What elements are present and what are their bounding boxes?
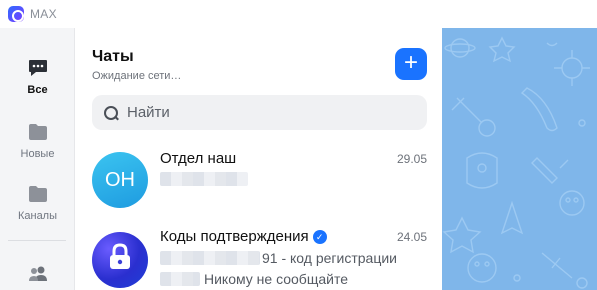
chat-bubble-icon xyxy=(26,56,50,80)
rail-item-label: Все xyxy=(27,84,48,96)
chat-name: Коды подтверждения ✓ xyxy=(160,228,327,245)
new-chat-button[interactable]: + xyxy=(395,48,427,80)
avatar: ОН xyxy=(92,152,148,208)
chat-list-item[interactable]: ОН Отдел наш 29.05 xyxy=(76,144,442,214)
redacted-preview xyxy=(160,172,248,186)
wallpaper-doodles xyxy=(442,36,590,289)
redacted-preview xyxy=(160,251,260,265)
rail-item-label: Каналы xyxy=(17,210,58,222)
connection-status: Ожидание сети… xyxy=(92,70,182,82)
search-box[interactable] xyxy=(92,95,427,130)
search-input[interactable] xyxy=(127,104,407,121)
folder-icon xyxy=(26,120,50,144)
avatar xyxy=(92,232,148,288)
app-title: MAX xyxy=(30,7,57,21)
chat-date: 24.05 xyxy=(396,230,427,244)
app-logo-icon xyxy=(8,6,24,22)
contacts-icon xyxy=(26,262,50,286)
lock-icon xyxy=(107,243,133,277)
page-title: Чаты xyxy=(92,48,134,65)
rail-item-all[interactable]: Все xyxy=(0,56,75,96)
rail-item-label: Новые xyxy=(20,148,55,160)
title-bar: MAX xyxy=(0,0,597,28)
folder-icon xyxy=(26,182,50,206)
search-icon xyxy=(103,105,119,121)
redacted-preview xyxy=(160,272,200,286)
chat-name: Отдел наш xyxy=(160,150,237,167)
chat-date: 29.05 xyxy=(396,152,427,166)
verified-icon: ✓ xyxy=(312,230,327,244)
rail-divider xyxy=(8,240,66,241)
folder-rail: Все Новые Каналы xyxy=(0,28,75,290)
chat-list-panel: Чаты Ожидание сети… + ОН Отдел наш 29.05… xyxy=(76,28,442,290)
chat-name-text: Коды подтверждения xyxy=(160,228,309,245)
chat-wallpaper xyxy=(442,28,597,290)
chat-list-item[interactable]: Коды подтверждения ✓ 24.05 91 - код регис… xyxy=(76,224,442,290)
rail-item-new[interactable]: Новые xyxy=(0,120,75,160)
chat-preview: 91 - код регистрации xyxy=(262,250,397,266)
rail-item-contacts[interactable] xyxy=(0,262,75,286)
chat-preview: Никому не сообщайте xyxy=(204,271,348,287)
rail-item-channels[interactable]: Каналы xyxy=(0,182,75,222)
